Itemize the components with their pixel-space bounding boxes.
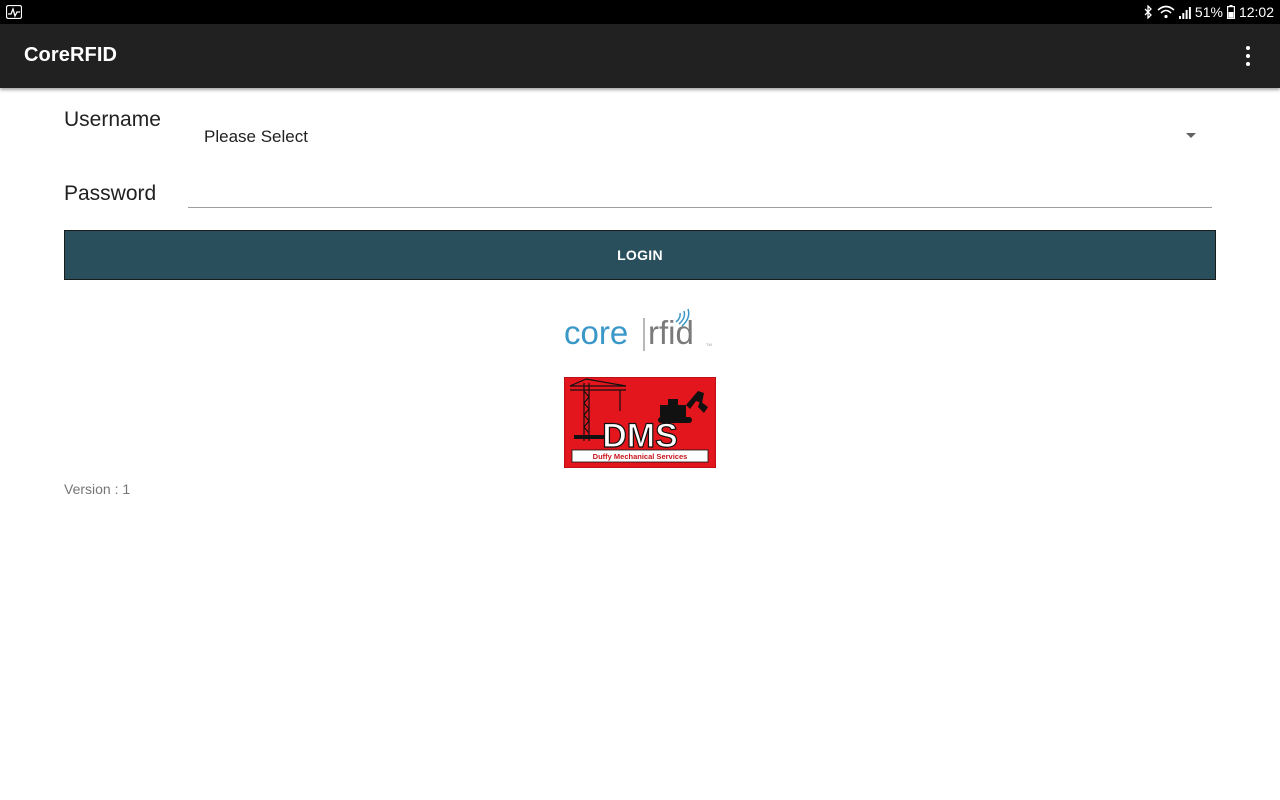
login-button[interactable]: LOGIN [64, 230, 1216, 280]
corerfid-logo: core rfid TM [564, 308, 712, 351]
battery-percent: 51% [1194, 4, 1223, 20]
password-field[interactable] [188, 174, 1212, 208]
logo-core-text: core [564, 314, 628, 351]
status-bar: 51% 12:02 [0, 0, 1280, 24]
app-title: CoreRFID [24, 44, 118, 66]
bluetooth-icon [1144, 5, 1152, 19]
username-label: Username [64, 108, 161, 131]
wifi-icon [1157, 5, 1175, 19]
dms-logo: DMS Duffy Mechanical Services [564, 377, 716, 468]
logo-tm-text: TM [706, 342, 712, 347]
app-bar: CoreRFID [0, 24, 1280, 88]
dms-company-name: Duffy Mechanical Services [593, 452, 688, 461]
version-text: Version : 1 [64, 481, 131, 497]
username-selected-value: Please Select [204, 127, 308, 146]
clock: 12:02 [1238, 4, 1274, 20]
dropdown-arrow-icon [1186, 133, 1196, 138]
username-dropdown[interactable]: Please Select [188, 112, 1212, 160]
activity-icon [6, 5, 22, 19]
status-right-group: 51% 12:02 [1143, 0, 1274, 24]
signal-icon [1178, 7, 1191, 19]
password-label: Password [64, 182, 157, 205]
more-vert-icon[interactable] [1234, 42, 1262, 70]
dms-acronym: DMS [602, 417, 678, 455]
battery-icon [1226, 5, 1235, 19]
